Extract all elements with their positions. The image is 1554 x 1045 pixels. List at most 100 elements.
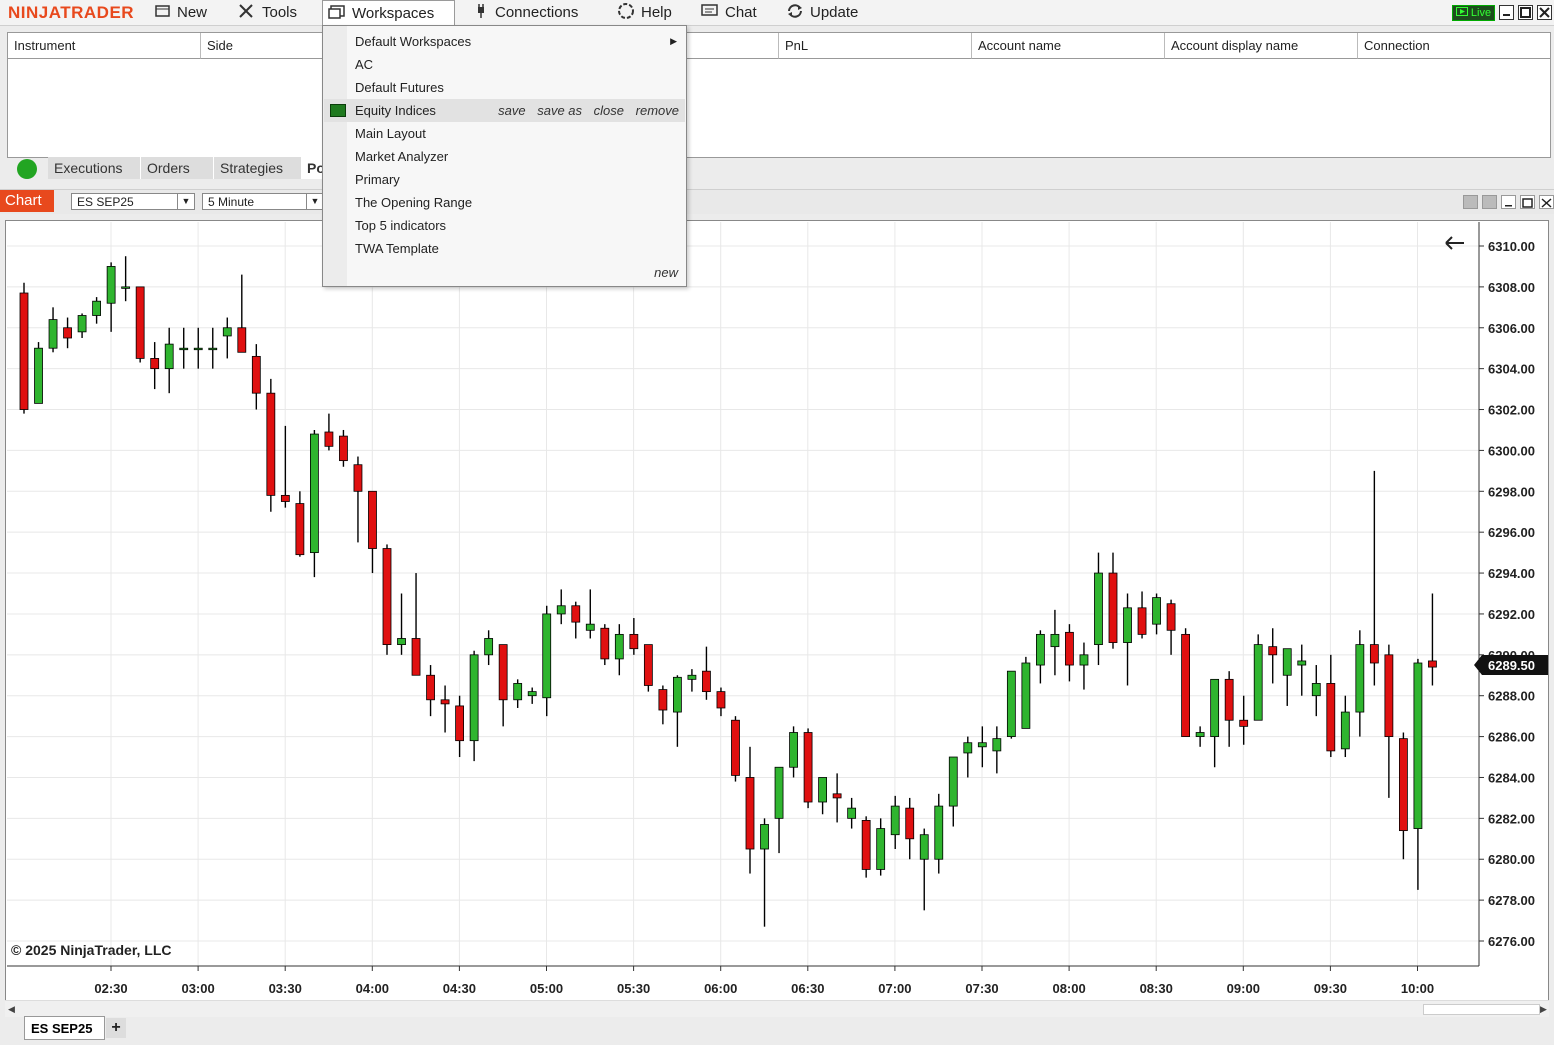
candle[interactable] <box>193 327 203 369</box>
candle[interactable] <box>1282 648 1292 706</box>
candle[interactable] <box>324 413 334 451</box>
candle[interactable] <box>614 624 624 676</box>
candle[interactable] <box>309 429 319 578</box>
ws-close-button[interactable]: close <box>594 103 624 118</box>
candle[interactable] <box>1123 593 1132 686</box>
ws-item-twa-template[interactable]: TWA Template <box>324 237 685 260</box>
candle[interactable] <box>1224 671 1234 747</box>
candle[interactable] <box>1137 591 1147 639</box>
candle[interactable] <box>1195 726 1205 747</box>
candlestick-chart[interactable]: 6310.00 6308.00 6306.00 6304.00 6302.00 6300.… <box>6 221 1548 1015</box>
link-window-button[interactable] <box>1482 195 1497 209</box>
candle[interactable] <box>208 327 218 369</box>
ws-item-market-analyzer[interactable]: Market Analyzer <box>324 145 685 168</box>
candle[interactable] <box>1108 552 1118 649</box>
candle[interactable] <box>1166 599 1176 655</box>
candle[interactable] <box>774 766 784 854</box>
tile-window-button[interactable] <box>1463 195 1478 209</box>
candle[interactable] <box>484 630 494 666</box>
candle[interactable] <box>1253 634 1263 721</box>
candle[interactable] <box>905 797 915 860</box>
ws-save-as-button[interactable]: save as <box>537 103 582 118</box>
candle[interactable] <box>1181 628 1190 737</box>
candle[interactable] <box>382 544 392 655</box>
candle[interactable] <box>1065 624 1074 682</box>
candle[interactable] <box>106 262 116 332</box>
candle[interactable] <box>77 313 87 338</box>
candle[interactable] <box>948 756 958 827</box>
candle[interactable] <box>716 687 726 717</box>
candle[interactable] <box>673 675 682 747</box>
ws-new-button[interactable]: new <box>654 265 678 280</box>
candle[interactable] <box>977 726 987 768</box>
candle[interactable] <box>411 573 421 676</box>
ws-remove-button[interactable]: remove <box>636 103 679 118</box>
candle[interactable] <box>121 256 131 302</box>
candle[interactable] <box>92 297 101 324</box>
candle[interactable] <box>1384 644 1394 798</box>
candle[interactable] <box>760 818 769 927</box>
candle[interactable] <box>280 425 290 508</box>
candle[interactable] <box>266 378 276 512</box>
minimize-button[interactable] <box>1499 5 1514 20</box>
scroll-left-icon[interactable]: ◀ <box>8 1004 15 1015</box>
column-header-account-display-name[interactable]: Account display name <box>1165 33 1358 59</box>
maximize-button[interactable] <box>1518 5 1533 20</box>
candle[interactable] <box>455 695 465 758</box>
candle[interactable] <box>19 282 29 414</box>
candle[interactable] <box>556 589 566 625</box>
ws-item-default-futures[interactable]: Default Futures <box>324 76 685 99</box>
candle[interactable] <box>861 816 871 878</box>
candle[interactable] <box>295 491 305 557</box>
candle[interactable] <box>818 777 827 815</box>
candle[interactable] <box>63 317 72 349</box>
candle[interactable] <box>745 746 755 874</box>
candle[interactable] <box>1297 644 1307 696</box>
instrument-selector[interactable]: ES SEP25 ▼ <box>71 193 195 210</box>
ws-item-default-workspaces[interactable]: Default Workspaces ▶ <box>324 30 685 53</box>
candle[interactable] <box>426 665 435 717</box>
candle[interactable] <box>469 650 479 762</box>
ws-save-button[interactable]: save <box>498 103 525 118</box>
candle[interactable] <box>251 344 261 410</box>
menu-chat[interactable]: Chat <box>701 0 757 25</box>
candle[interactable] <box>1094 552 1103 666</box>
candle[interactable] <box>1369 470 1379 686</box>
menu-help[interactable]: Help <box>617 0 672 25</box>
menu-update[interactable]: Update <box>786 0 858 25</box>
candle[interactable] <box>135 286 145 363</box>
candle[interactable] <box>658 685 668 725</box>
candle[interactable] <box>629 618 639 655</box>
interval-selector[interactable]: 5 Minute ▼ <box>202 193 324 210</box>
candle[interactable] <box>934 793 944 874</box>
candle[interactable] <box>1428 593 1437 686</box>
candle[interactable] <box>1413 658 1423 890</box>
candle[interactable] <box>179 327 189 369</box>
price-chart-panel[interactable]: 6310.00 6308.00 6306.00 6304.00 6302.00 6300.… <box>5 220 1549 1016</box>
candle[interactable] <box>1326 654 1336 758</box>
ws-item-ac[interactable]: AC <box>324 53 685 76</box>
chart-maximize-button[interactable] <box>1520 195 1535 209</box>
candle[interactable] <box>48 307 58 353</box>
candle[interactable] <box>600 624 610 666</box>
candle[interactable] <box>542 605 552 717</box>
menu-workspaces[interactable]: Workspaces <box>322 0 455 26</box>
candle[interactable] <box>34 342 43 404</box>
candle[interactable] <box>890 795 900 850</box>
candle[interactable] <box>731 716 740 782</box>
ws-item-the-opening-range[interactable]: The Opening Range <box>324 191 685 214</box>
chart-close-button[interactable] <box>1539 195 1554 209</box>
back-arrow-icon[interactable] <box>1445 236 1464 250</box>
candle[interactable] <box>1340 695 1350 758</box>
candle[interactable] <box>832 773 842 823</box>
candle[interactable] <box>1021 656 1031 729</box>
candle[interactable] <box>687 669 697 692</box>
candle[interactable] <box>1050 609 1060 676</box>
candle[interactable] <box>1355 630 1365 737</box>
candle[interactable] <box>1079 642 1089 690</box>
add-tab-button[interactable]: + <box>106 1018 126 1038</box>
candle[interactable] <box>789 726 798 778</box>
column-header-pnl[interactable]: PnL <box>779 33 972 59</box>
candle[interactable] <box>1006 670 1016 739</box>
column-header-account-name[interactable]: Account name <box>972 33 1165 59</box>
